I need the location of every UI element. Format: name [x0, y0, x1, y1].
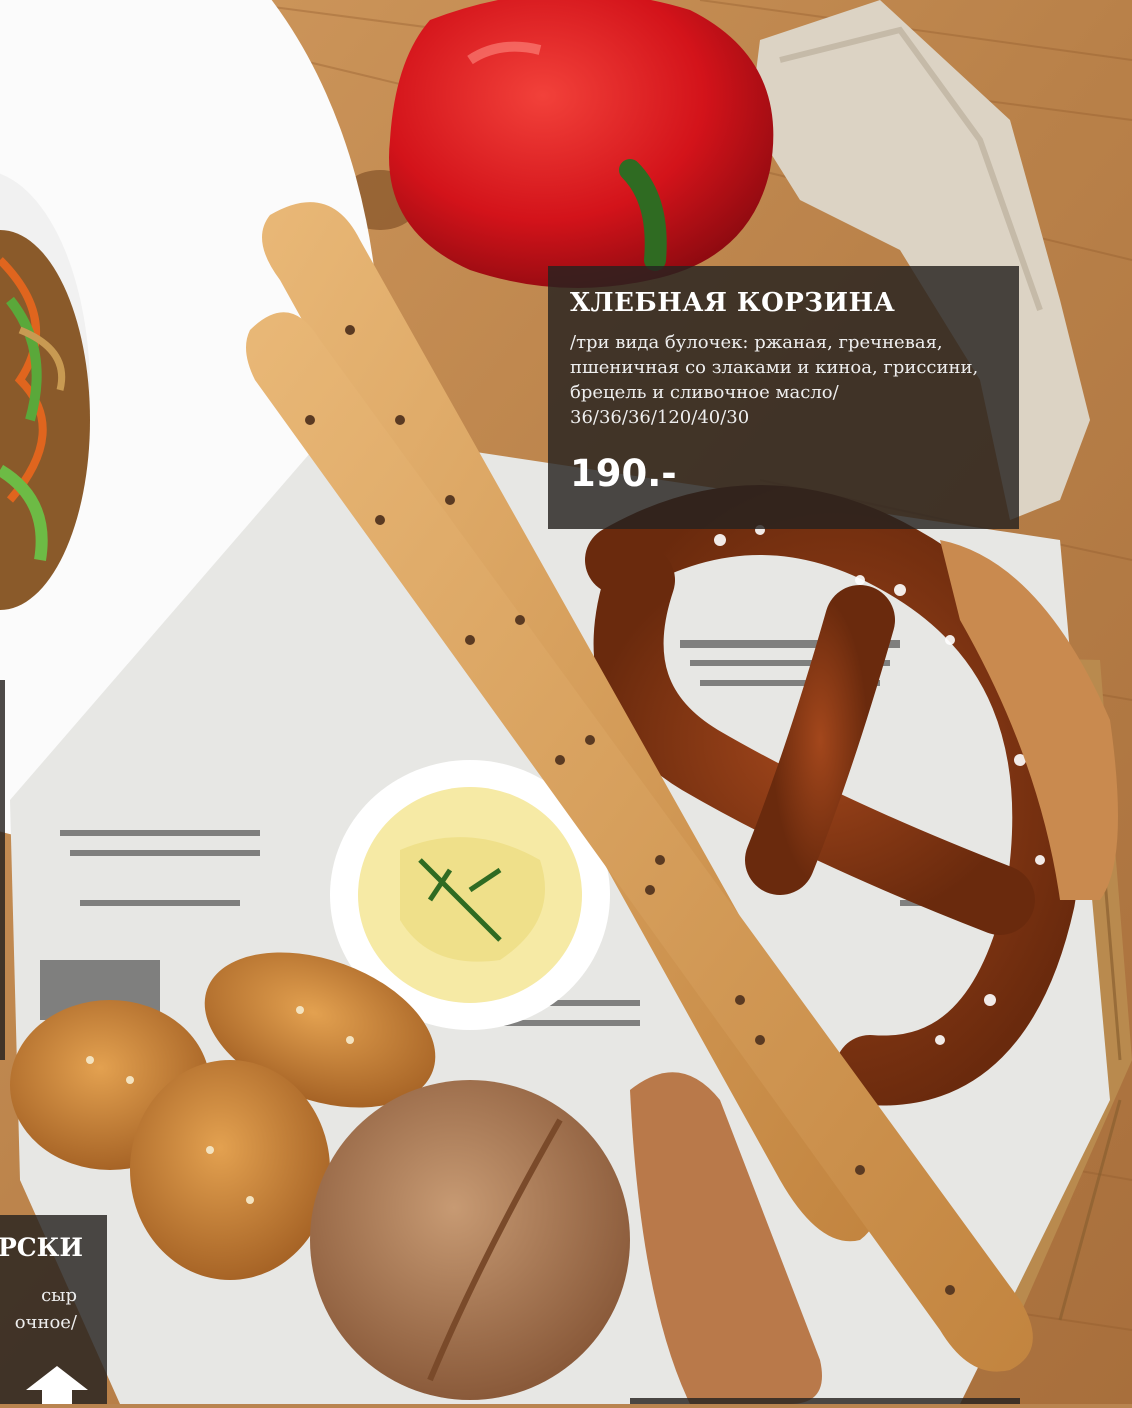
left-edge-panel: [0, 680, 5, 1060]
partial-description-line: очное/: [14, 1312, 77, 1333]
description-line: 36/36/36/120/40/30: [570, 407, 750, 428]
description-line: брецель и сливочное масло/: [570, 382, 839, 403]
food-photo-background: [0, 0, 1132, 1404]
bottom-panel-edge: [630, 1398, 1020, 1404]
menu-item-card-bread-basket: ХЛЕБНАЯ КОРЗИНА /три вида булочек: ржана…: [548, 266, 1019, 529]
menu-item-price: 190.-: [570, 452, 677, 495]
menu-item-description: /три вида булочек: ржаная, гречневая, пш…: [570, 330, 997, 430]
arrow-up-icon: [26, 1366, 88, 1404]
scroll-up-button[interactable]: [26, 1366, 88, 1404]
description-line: /три вида булочек: ржаная, гречневая,: [570, 332, 943, 353]
description-line: пшеничная со злаками и киноа, гриссини,: [570, 357, 979, 378]
menu-item-title: ХЛЕБНАЯ КОРЗИНА: [570, 288, 896, 318]
partial-menu-item-title: АРСКИ: [0, 1233, 83, 1262]
partial-description-line: сыр: [41, 1285, 77, 1306]
